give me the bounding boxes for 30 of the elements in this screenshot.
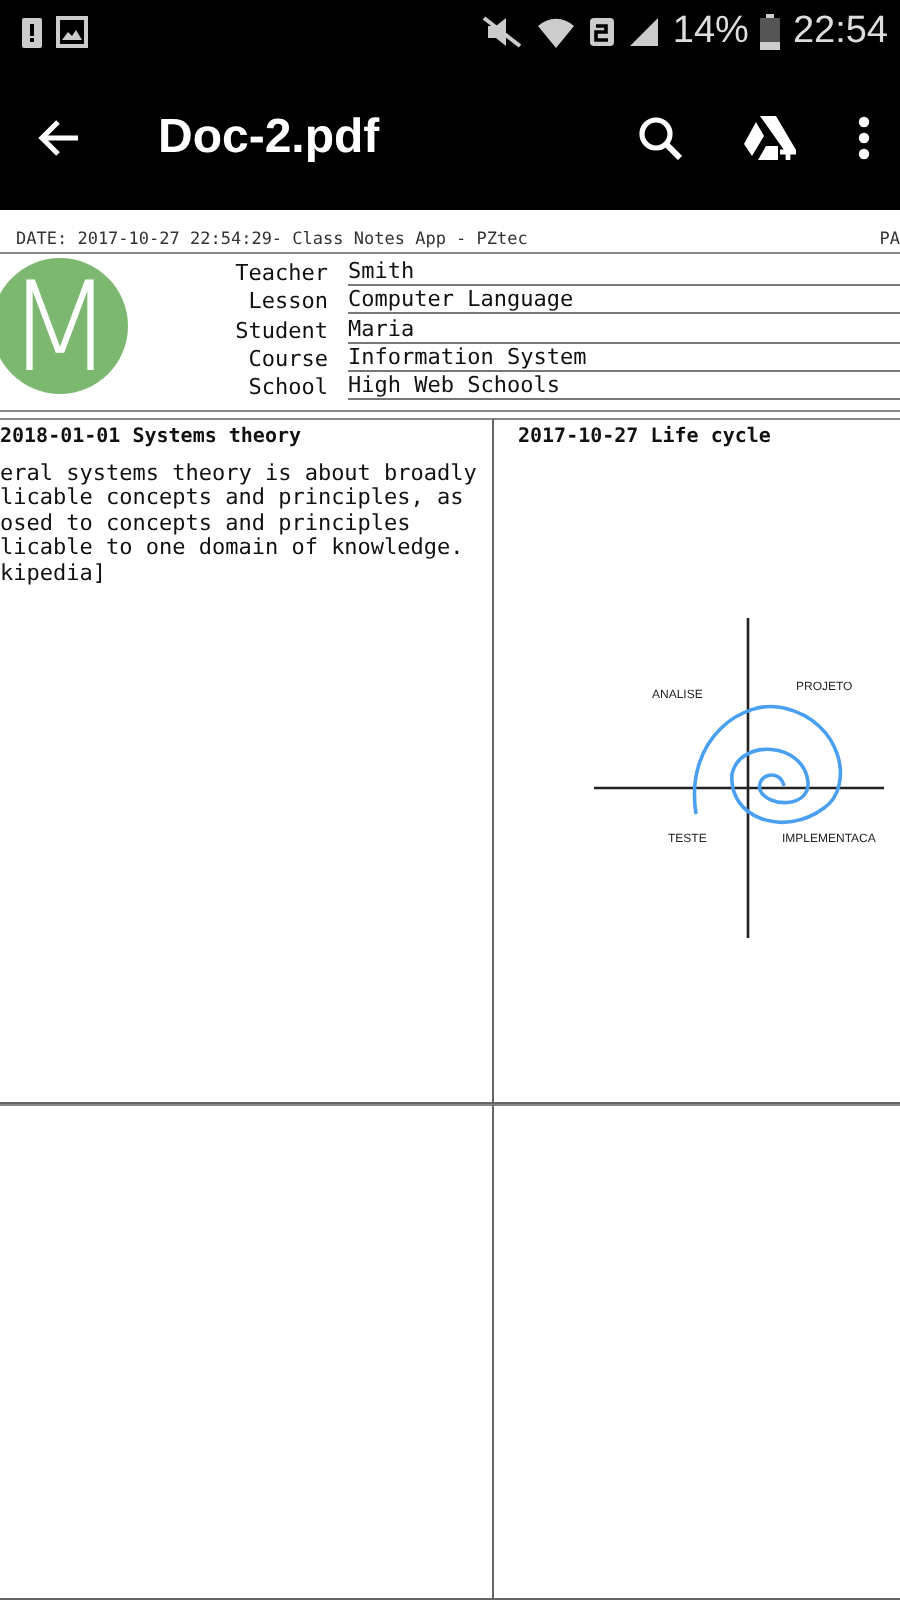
field-value: Smith <box>348 258 900 287</box>
signal-icon <box>628 16 661 48</box>
field-value: Maria <box>348 315 900 344</box>
field-label: Student <box>233 317 328 344</box>
avatar-circle: M <box>0 258 128 394</box>
clock: 22:54 <box>792 10 888 54</box>
mute-icon <box>480 16 525 48</box>
image-icon <box>56 16 88 48</box>
alert-icon <box>20 14 44 50</box>
field-value: High Web Schools <box>348 371 900 400</box>
more-icon <box>858 115 870 159</box>
battery-percent: 14% <box>672 10 749 54</box>
field-value: Computer Language <box>348 286 900 315</box>
note-text: eral systems theory is about broadly licable concepts and principles, as osed to concepts and principles licable to one domain of knowledge. kipedia] <box>0 462 477 587</box>
triangle-plus-icon <box>742 113 798 161</box>
note-title: 2017-10-27 Life cycle <box>516 423 771 448</box>
field-label: Lesson <box>246 288 328 315</box>
page-header-text: DATE: 2017-10-27 22:54:29- Class Notes App - PZtec <box>16 230 528 250</box>
battery-icon <box>760 14 781 50</box>
note-title: 2018-01-01 Systems theory <box>0 424 302 448</box>
page-header-text: PA <box>879 230 900 250</box>
field-label: School <box>246 373 328 400</box>
field-label: Course <box>246 345 328 372</box>
search-icon <box>638 115 682 159</box>
field-value: Information System <box>348 343 900 372</box>
sim-icon <box>588 16 617 48</box>
back-arrow-icon <box>36 117 80 157</box>
document-title: Doc-2.pdf <box>158 109 382 165</box>
wifi-icon <box>536 14 577 50</box>
field-label: Teacher <box>233 260 328 287</box>
